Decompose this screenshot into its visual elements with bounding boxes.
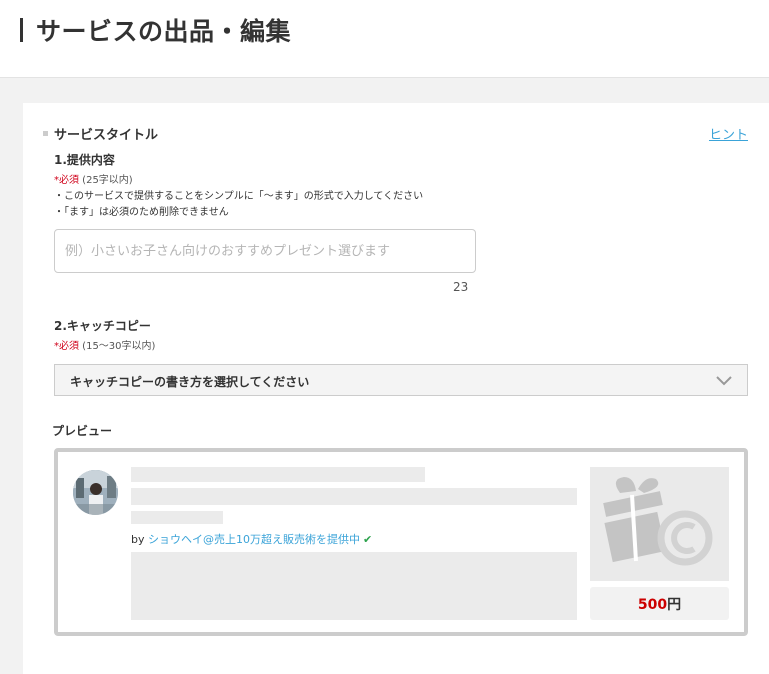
section-title: サービスタイトル (43, 124, 158, 143)
page-title: サービスの出品・編集 (36, 17, 292, 46)
required-mark: *必須 (54, 175, 79, 186)
price-badge: 500円 (590, 587, 729, 620)
gift-icon (603, 477, 713, 566)
instruction-note-2: ・「ます」は必須のため削除できません (54, 207, 229, 218)
seller-name-link[interactable]: ショウヘイ@売上10万超え販売術を提供中 (148, 533, 360, 546)
field-label-content: 1.提供内容 (54, 153, 115, 167)
by-label: by (131, 533, 145, 546)
check-icon: ✔ (363, 533, 373, 546)
avatar (73, 470, 118, 515)
title-placeholder-line-3 (131, 511, 223, 524)
bullet-square-icon (43, 131, 48, 136)
required-detail: (25字以内) (79, 175, 133, 186)
page-header: サービスの出品・編集 (0, 0, 769, 78)
chevron-down-icon (716, 376, 732, 386)
catchcopy-select[interactable]: キャッチコピーの書き方を選択してください (54, 364, 748, 396)
title-placeholder-line-2 (131, 488, 577, 505)
required-note-catchcopy: *必須 (15〜30字以内) (54, 337, 155, 352)
title-placeholder-line-1 (131, 467, 425, 482)
field-label-catchcopy: 2.キャッチコピー (54, 319, 151, 333)
thumbnail-placeholder (590, 467, 729, 581)
hint-link[interactable]: ヒント (709, 124, 748, 143)
preview-card: by ショウヘイ@売上10万超え販売術を提供中 ✔ 500円 (54, 448, 748, 636)
instruction-note-1: ・このサービスで提供することをシンプルに「〜ます」の形式で入力してください (54, 191, 424, 202)
required-note-content: *必須 (25字以内) (54, 171, 133, 186)
service-title-input[interactable] (54, 229, 476, 273)
required-detail: (15〜30字以内) (79, 341, 156, 352)
preview-label: プレビュー (52, 424, 113, 438)
required-mark: *必須 (54, 341, 79, 352)
title-accent-bar (20, 18, 23, 42)
price-unit: 円 (667, 597, 682, 613)
form-card: サービスタイトル ヒント 1.提供内容 *必須 (25字以内) ・このサービスで… (23, 103, 769, 674)
avatar-photo (73, 470, 118, 515)
price-value: 500 (637, 597, 668, 613)
char-counter: 23 (453, 280, 469, 294)
section-title-text: サービスタイトル (54, 128, 159, 143)
description-placeholder (131, 552, 577, 620)
select-text: キャッチコピーの書き方を選択してください (70, 375, 310, 389)
seller-byline: by ショウヘイ@売上10万超え販売術を提供中 ✔ (131, 531, 372, 547)
